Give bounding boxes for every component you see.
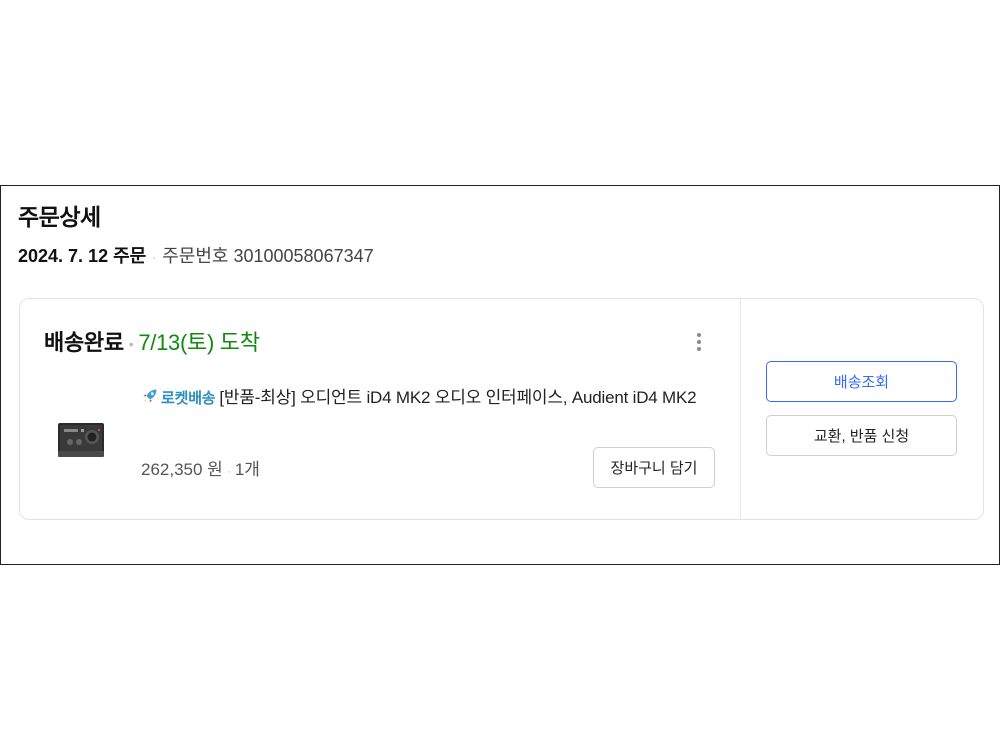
shipment-status-line: 배송완료 • 7/13(토) 도착 <box>44 325 260 357</box>
order-number: 30100058067347 <box>233 246 374 266</box>
order-number-label: 주문번호 <box>162 246 229 266</box>
product-price: 262,350 원 <box>141 460 223 479</box>
product-quantity: 1개 <box>234 460 260 479</box>
add-to-cart-button[interactable]: 장바구니 담기 <box>593 447 715 488</box>
product-title[interactable]: 로켓배송 [반품-최상] 오디언트 iD4 MK2 오디오 인터페이스, Aud… <box>141 383 713 413</box>
card-divider <box>740 299 741 519</box>
audio-interface-image <box>58 423 104 457</box>
price-separator: · <box>226 463 231 478</box>
more-vertical-icon[interactable] <box>686 327 712 357</box>
delivery-status: 배송완료 <box>44 330 124 355</box>
product-thumbnail[interactable] <box>54 413 108 467</box>
arrival-date: 7/13(토) 도착 <box>138 330 260 355</box>
exchange-return-button[interactable]: 교환, 반품 신청 <box>766 415 957 456</box>
order-detail-panel: 주문상세 2024. 7. 12 주문 · 주문번호 30100058067347 … <box>0 185 1000 565</box>
rocket-delivery-label: 로켓배송 <box>161 390 216 407</box>
rocket-delivery-badge: 로켓배송 <box>141 389 219 407</box>
order-separator: · <box>152 250 157 265</box>
track-shipment-button[interactable]: 배송조회 <box>766 361 957 402</box>
price-quantity: 262,350 원 · 1개 <box>141 455 260 480</box>
product-name[interactable]: [반품-최상] 오디언트 iD4 MK2 오디오 인터페이스, Audient … <box>219 388 696 407</box>
shipment-card: 배송완료 • 7/13(토) 도착 로켓배송 [반품-최상] 오디언트 iD4 … <box>19 298 984 520</box>
status-separator: • <box>128 336 134 353</box>
page-title: 주문상세 <box>18 204 101 230</box>
order-summary: 2024. 7. 12 주문 · 주문번호 30100058067347 <box>18 242 374 268</box>
rocket-icon <box>143 389 157 403</box>
order-date: 2024. 7. 12 주문 <box>18 246 147 266</box>
